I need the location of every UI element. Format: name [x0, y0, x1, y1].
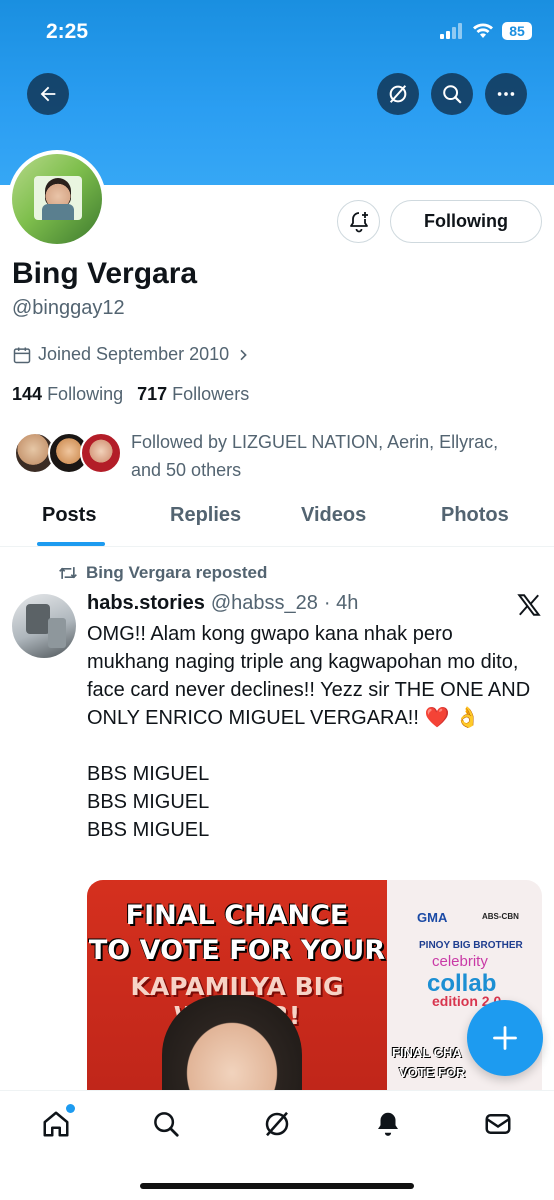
- grok-button[interactable]: [377, 73, 419, 115]
- bell-plus-icon: [349, 211, 368, 232]
- nav-search[interactable]: [149, 1107, 183, 1141]
- post-text: OMG!! Alam kong gwapo kana nhak pero muk…: [87, 623, 531, 841]
- display-name: Bing Vergara: [12, 257, 198, 290]
- home-notification-dot: [66, 1104, 75, 1113]
- status-indicators: 85: [440, 22, 532, 40]
- back-button[interactable]: [27, 73, 69, 115]
- chevron-right-icon: [240, 349, 247, 360]
- followed-by-text[interactable]: Followed by LIZGUEL NATION, Aerin, Ellyr…: [131, 428, 531, 484]
- repost-icon: [59, 567, 77, 579]
- messages-icon: [485, 1114, 511, 1134]
- more-icon: [497, 92, 515, 96]
- media-final-text: FINAL CHA: [392, 1045, 462, 1060]
- follow-counts: 144 Following 717 Followers: [12, 384, 249, 405]
- nav-grok[interactable]: [260, 1107, 294, 1141]
- home-indicator: [140, 1183, 414, 1189]
- search-icon: [443, 85, 462, 104]
- back-arrow-icon: [40, 86, 56, 102]
- search-icon: [154, 1112, 179, 1137]
- battery-level: 85: [502, 22, 532, 40]
- profile-handle: @binggay12: [12, 297, 125, 319]
- notifications-subscribe-button[interactable]: [337, 200, 380, 243]
- media-headline-1: FINAL CHANCE: [125, 900, 349, 931]
- tab-videos[interactable]: Videos: [301, 504, 366, 527]
- nav-home[interactable]: [39, 1104, 75, 1141]
- repost-indicator[interactable]: Bing Vergara reposted: [58, 563, 267, 583]
- nav-notifications[interactable]: [371, 1107, 405, 1141]
- status-time: 2:25: [46, 20, 89, 43]
- notifications-icon: [378, 1112, 398, 1136]
- signal-icon: [440, 23, 462, 39]
- profile-tabs: Posts Replies Videos Photos: [0, 490, 554, 547]
- compose-post-button[interactable]: [467, 1000, 543, 1076]
- tab-photos[interactable]: Photos: [441, 504, 509, 527]
- more-button[interactable]: [485, 73, 527, 115]
- tab-posts[interactable]: Posts: [42, 504, 96, 527]
- wifi-icon: [473, 23, 493, 38]
- post-author-avatar[interactable]: [12, 594, 76, 658]
- calendar-icon: [13, 347, 31, 363]
- followers-count[interactable]: 717 Followers: [137, 384, 249, 405]
- gma-logo: GMA: [417, 910, 448, 925]
- joined-date[interactable]: Joined September 2010: [12, 344, 251, 365]
- pbb-celebrity: celebrity: [432, 953, 488, 970]
- post-author-name[interactable]: habs.stories: [87, 592, 205, 615]
- nav-messages[interactable]: [481, 1107, 515, 1141]
- tab-replies[interactable]: Replies: [170, 504, 241, 527]
- pbb-title: PINOY BIG BROTHER: [419, 940, 523, 951]
- home-icon: [43, 1111, 69, 1137]
- following-button[interactable]: Following: [390, 200, 542, 243]
- repost-label: Bing Vergara reposted: [86, 563, 268, 582]
- following-count[interactable]: 144 Following: [12, 384, 123, 405]
- search-button[interactable]: [431, 73, 473, 115]
- media-left-panel: FINAL CHANCE TO VOTE FOR YOUR KAPAMILYA …: [87, 880, 387, 1090]
- x-logo-icon[interactable]: [516, 592, 542, 618]
- grok-icon: [389, 85, 407, 103]
- follower-avatar: [80, 432, 122, 474]
- profile-avatar[interactable]: [8, 150, 106, 248]
- post-author-handle[interactable]: @habss_28: [211, 592, 318, 615]
- abs-cbn-logo: ABS-CBN: [482, 912, 519, 921]
- media-headline-2: TO VOTE FOR YOUR: [88, 935, 386, 966]
- post-timestamp[interactable]: · 4h: [324, 592, 358, 615]
- media-portrait: [162, 995, 302, 1090]
- active-tab-indicator: [37, 542, 105, 546]
- joined-label: Joined September 2010: [38, 344, 230, 364]
- plus-icon: [493, 1026, 517, 1050]
- followed-by-avatars[interactable]: [14, 430, 124, 480]
- avatar-image: [12, 154, 102, 244]
- post-header: habs.stories @habss_28 · 4h: [87, 592, 358, 615]
- media-vote-text: VOTE FOR: [399, 1065, 466, 1080]
- grok-icon: [265, 1111, 289, 1137]
